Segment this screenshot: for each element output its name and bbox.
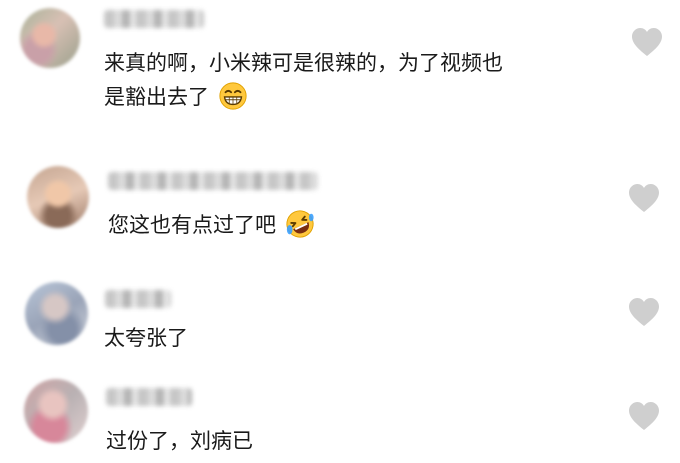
avatar[interactable] bbox=[27, 166, 89, 228]
comment-item: 来真的啊，小米辣可是很辣的，为了视频也 是豁出去了 bbox=[0, 0, 680, 138]
username-blurred[interactable] bbox=[108, 172, 318, 190]
avatar[interactable] bbox=[24, 379, 88, 443]
comment-item: 您这也有点过了吧 bbox=[0, 138, 680, 258]
avatar[interactable] bbox=[25, 282, 88, 345]
comment-text-line: 过份了，刘病已 bbox=[106, 429, 253, 453]
comment-text-line: 来真的啊，小米辣可是很辣的，为了视频也 bbox=[104, 51, 503, 75]
username-blurred[interactable] bbox=[104, 10, 204, 28]
comment-text-line: 您这也有点过了吧 bbox=[108, 213, 276, 237]
heart-icon[interactable] bbox=[627, 296, 661, 328]
comment-text: 太夸张了 bbox=[104, 321, 188, 355]
comment-text-line: 是豁出去了 bbox=[104, 85, 209, 109]
comment-text-line: 太夸张了 bbox=[104, 326, 188, 350]
heart-icon[interactable] bbox=[627, 182, 661, 214]
heart-icon[interactable] bbox=[627, 400, 661, 432]
comment-text: 过份了，刘病已 bbox=[106, 424, 253, 458]
heart-icon[interactable] bbox=[630, 26, 664, 58]
rolling-laughing-emoji-icon bbox=[286, 210, 314, 238]
username-blurred[interactable] bbox=[105, 290, 171, 308]
comment-item: 太夸张了 bbox=[0, 258, 680, 366]
grinning-face-emoji-icon bbox=[219, 82, 247, 110]
comment-text: 您这也有点过了吧 bbox=[108, 208, 315, 242]
username-blurred[interactable] bbox=[106, 388, 192, 406]
comment-list: 来真的啊，小米辣可是很辣的，为了视频也 是豁出去了 您这也有点过了吧 太夸张了 … bbox=[0, 0, 680, 463]
comment-item: 过份了，刘病已 bbox=[0, 366, 680, 463]
avatar[interactable] bbox=[20, 8, 80, 68]
comment-text: 来真的啊，小米辣可是很辣的，为了视频也 是豁出去了 bbox=[104, 46, 604, 114]
